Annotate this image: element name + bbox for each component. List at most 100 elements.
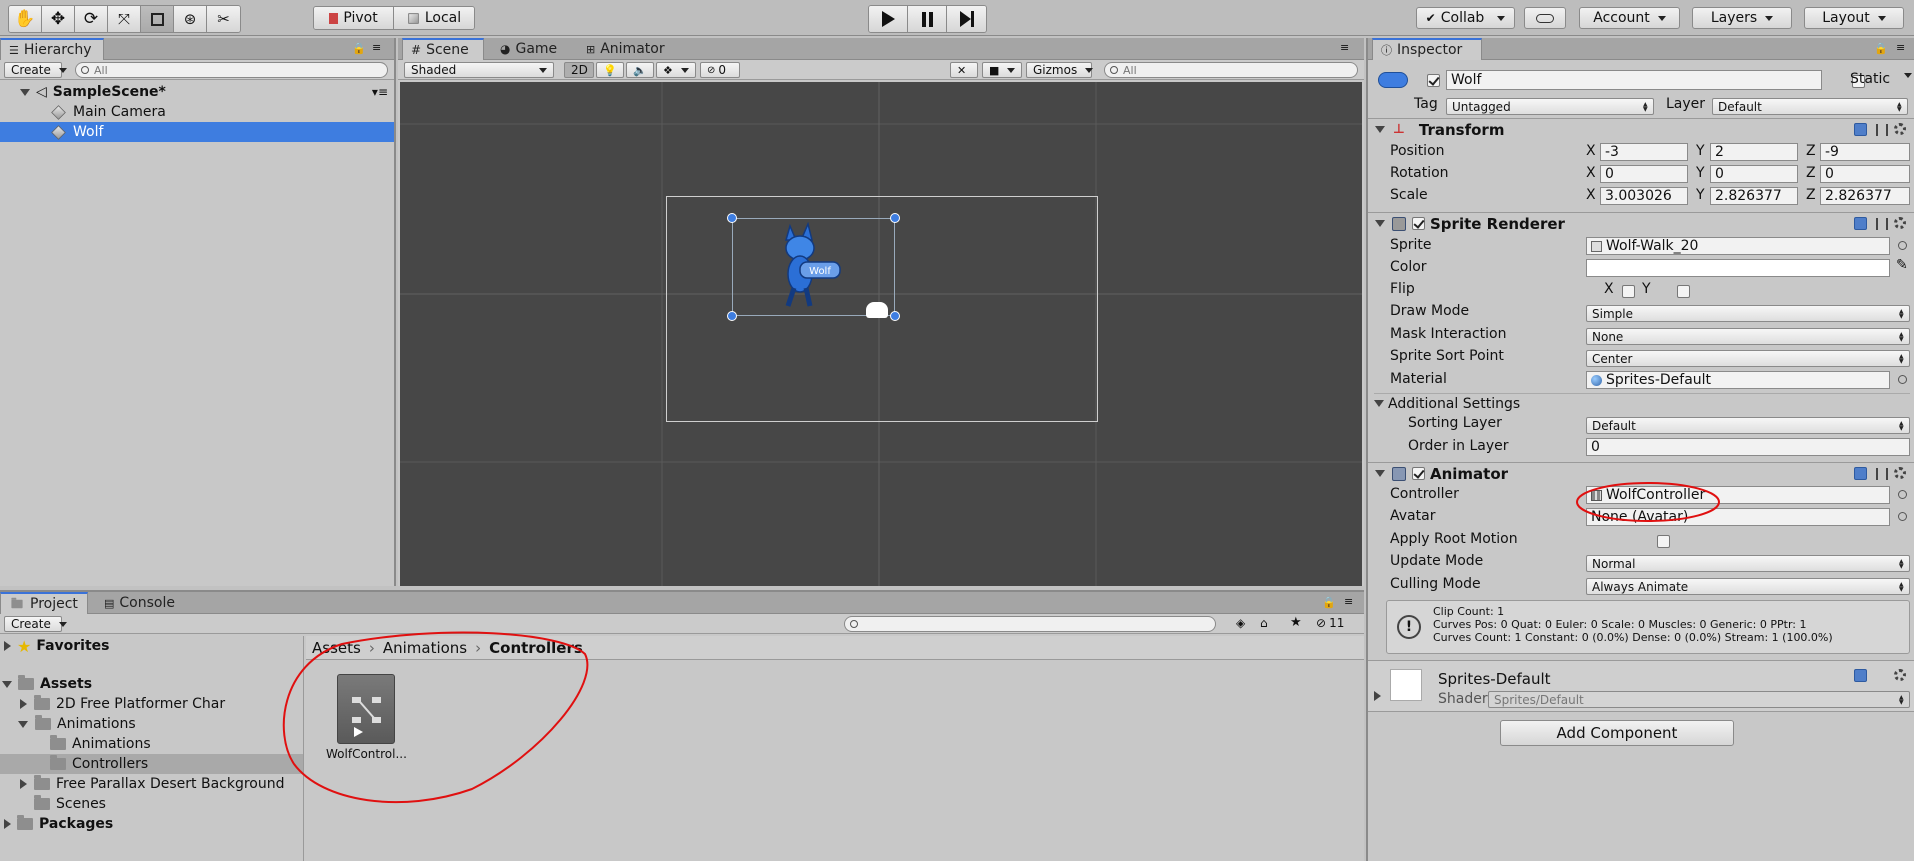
shading-mode-dropdown[interactable]: Shaded xyxy=(404,62,554,78)
add-component-button[interactable]: Add Component xyxy=(1500,720,1734,746)
breadcrumb-assets[interactable]: Assets xyxy=(312,639,361,657)
2d-mode-toggle[interactable]: 2D xyxy=(564,62,594,78)
lock-icon[interactable]: 🔒 xyxy=(1322,596,1336,609)
draw-mode-dropdown[interactable]: Simple xyxy=(1586,305,1910,322)
material-field[interactable]: Sprites-Default xyxy=(1586,371,1890,389)
tab-game[interactable]: ◕ Game xyxy=(492,38,565,60)
rect-tool-button[interactable] xyxy=(141,6,174,32)
shader-dropdown[interactable]: Sprites/Default xyxy=(1488,691,1910,708)
sprite-renderer-enabled-checkbox[interactable] xyxy=(1412,217,1425,230)
sprite-sort-point-dropdown[interactable]: Center xyxy=(1586,350,1910,367)
hidden-objects-toggle[interactable]: ⊘ 0 xyxy=(700,62,740,78)
tab-inspector[interactable]: ⓘ Inspector xyxy=(1372,38,1482,60)
project-search-input[interactable] xyxy=(844,616,1216,632)
filter-type-icon[interactable]: ◈ xyxy=(1236,616,1245,630)
expand-arrow-icon[interactable] xyxy=(20,88,30,96)
breadcrumb-animations[interactable]: Animations xyxy=(383,639,467,657)
color-field[interactable] xyxy=(1586,259,1890,277)
panel-menu-icon[interactable]: ≡ xyxy=(372,41,381,54)
tree-assets[interactable]: Assets xyxy=(0,674,303,694)
tree-item-scenes[interactable]: Scenes xyxy=(0,794,303,814)
presets-icon[interactable] xyxy=(1876,468,1888,480)
rotation-y-field[interactable]: 0 xyxy=(1710,165,1798,183)
help-icon[interactable] xyxy=(1854,467,1867,480)
expand-arrow-icon[interactable] xyxy=(4,819,11,829)
scene-tools-button[interactable]: ✕ xyxy=(950,62,978,78)
rect-handle[interactable] xyxy=(890,311,900,321)
sprite-renderer-header[interactable]: Sprite Renderer xyxy=(1368,212,1914,234)
rotate-tool-button[interactable]: ⟳ xyxy=(75,6,108,32)
rect-handle[interactable] xyxy=(727,311,737,321)
tree-favorites[interactable]: ★ Favorites xyxy=(0,636,303,656)
panel-menu-icon[interactable]: ≡ xyxy=(1896,41,1905,54)
rect-handle[interactable] xyxy=(727,213,737,223)
tab-hierarchy[interactable]: ☰ Hierarchy xyxy=(0,38,104,60)
hierarchy-create-button[interactable]: Create xyxy=(4,62,62,78)
pause-button[interactable] xyxy=(908,6,947,32)
lighting-toggle[interactable]: 💡 xyxy=(596,62,624,78)
scale-x-field[interactable]: 3.003026 xyxy=(1600,187,1688,205)
tab-animator[interactable]: ⊞ Animator xyxy=(578,38,673,60)
flip-x-checkbox[interactable] xyxy=(1621,285,1635,298)
asset-item-wolfcontroller[interactable]: WolfControl... xyxy=(326,674,407,774)
expand-arrow-icon[interactable] xyxy=(1375,220,1385,227)
expand-arrow-icon[interactable] xyxy=(4,641,11,651)
help-icon[interactable] xyxy=(1854,123,1867,136)
tree-item-2d-free-platformer-char[interactable]: 2D Free Platformer Char xyxy=(0,694,303,714)
panel-menu-icon[interactable]: ≡ xyxy=(1344,595,1353,608)
culling-mode-dropdown[interactable]: Always Animate xyxy=(1586,578,1910,595)
scale-tool-button[interactable]: ⤧ xyxy=(108,6,141,32)
animator-header[interactable]: Animator xyxy=(1368,462,1914,484)
custom-tool-button[interactable]: ✂ xyxy=(207,6,240,32)
expand-arrow-icon[interactable] xyxy=(20,779,27,789)
rect-handle[interactable] xyxy=(890,213,900,223)
lock-icon[interactable]: 🔒 xyxy=(1874,42,1888,55)
position-y-field[interactable]: 2 xyxy=(1710,143,1798,161)
update-mode-dropdown[interactable]: Normal xyxy=(1586,555,1910,572)
expand-arrow-icon[interactable] xyxy=(1375,470,1385,477)
scene-row[interactable]: ◁ SampleScene* ▾≡ xyxy=(0,82,394,102)
flip-y-checkbox[interactable] xyxy=(1677,285,1691,298)
expand-arrow-icon[interactable] xyxy=(18,720,28,728)
eyedropper-icon[interactable]: ✎ xyxy=(1896,257,1908,273)
expand-arrow-icon[interactable] xyxy=(1375,126,1385,133)
project-create-button[interactable]: Create xyxy=(4,616,62,632)
panel-menu-icon[interactable]: ≡ xyxy=(1340,41,1349,54)
object-picker-icon[interactable] xyxy=(1898,512,1907,521)
sprite-field[interactable]: Wolf-Walk_20 xyxy=(1586,237,1890,255)
camera-dropdown[interactable]: ■ xyxy=(982,62,1022,78)
position-z-field[interactable]: -9 xyxy=(1820,143,1910,161)
rotation-x-field[interactable]: 0 xyxy=(1600,165,1688,183)
hierarchy-item-wolf[interactable]: Wolf xyxy=(0,122,394,142)
scale-z-field[interactable]: 2.826377 xyxy=(1820,187,1910,205)
expand-arrow-icon[interactable] xyxy=(1374,400,1384,407)
account-dropdown[interactable]: Account xyxy=(1579,7,1680,29)
cloud-button[interactable] xyxy=(1524,7,1566,29)
gear-icon[interactable] xyxy=(1894,123,1906,135)
local-button[interactable]: Local xyxy=(394,7,474,29)
play-button[interactable] xyxy=(869,6,908,32)
wolf-sprite[interactable]: Wolf xyxy=(768,222,844,310)
animator-enabled-checkbox[interactable] xyxy=(1412,467,1425,480)
collab-dropdown[interactable]: ✔ Collab xyxy=(1416,7,1515,29)
object-name-field[interactable]: Wolf xyxy=(1446,70,1822,90)
tab-project[interactable]: Project xyxy=(0,592,88,614)
layers-dropdown[interactable]: Layers xyxy=(1692,7,1792,29)
move-tool-button[interactable]: ✥ xyxy=(42,6,75,32)
position-x-field[interactable]: -3 xyxy=(1600,143,1688,161)
tree-packages[interactable]: Packages xyxy=(0,814,303,834)
tree-item-animations-sub[interactable]: Animations xyxy=(0,734,303,754)
active-checkbox[interactable] xyxy=(1427,74,1440,87)
tree-item-animations[interactable]: Animations xyxy=(0,714,303,734)
transform-all-tool-button[interactable]: ⊛ xyxy=(174,6,207,32)
hidden-packages-toggle[interactable]: ⊘ 11 xyxy=(1316,616,1344,630)
scene-viewport[interactable]: Wolf xyxy=(400,82,1362,586)
tree-item-free-parallax-desert-background[interactable]: Free Parallax Desert Background xyxy=(0,774,303,794)
gear-icon[interactable] xyxy=(1894,217,1906,229)
presets-icon[interactable] xyxy=(1876,124,1888,136)
gear-icon[interactable] xyxy=(1894,467,1906,479)
apply-root-motion-checkbox[interactable] xyxy=(1657,535,1671,548)
object-picker-icon[interactable] xyxy=(1898,375,1907,384)
gizmos-dropdown[interactable]: Gizmos xyxy=(1026,62,1092,78)
gear-icon[interactable] xyxy=(1894,669,1906,681)
